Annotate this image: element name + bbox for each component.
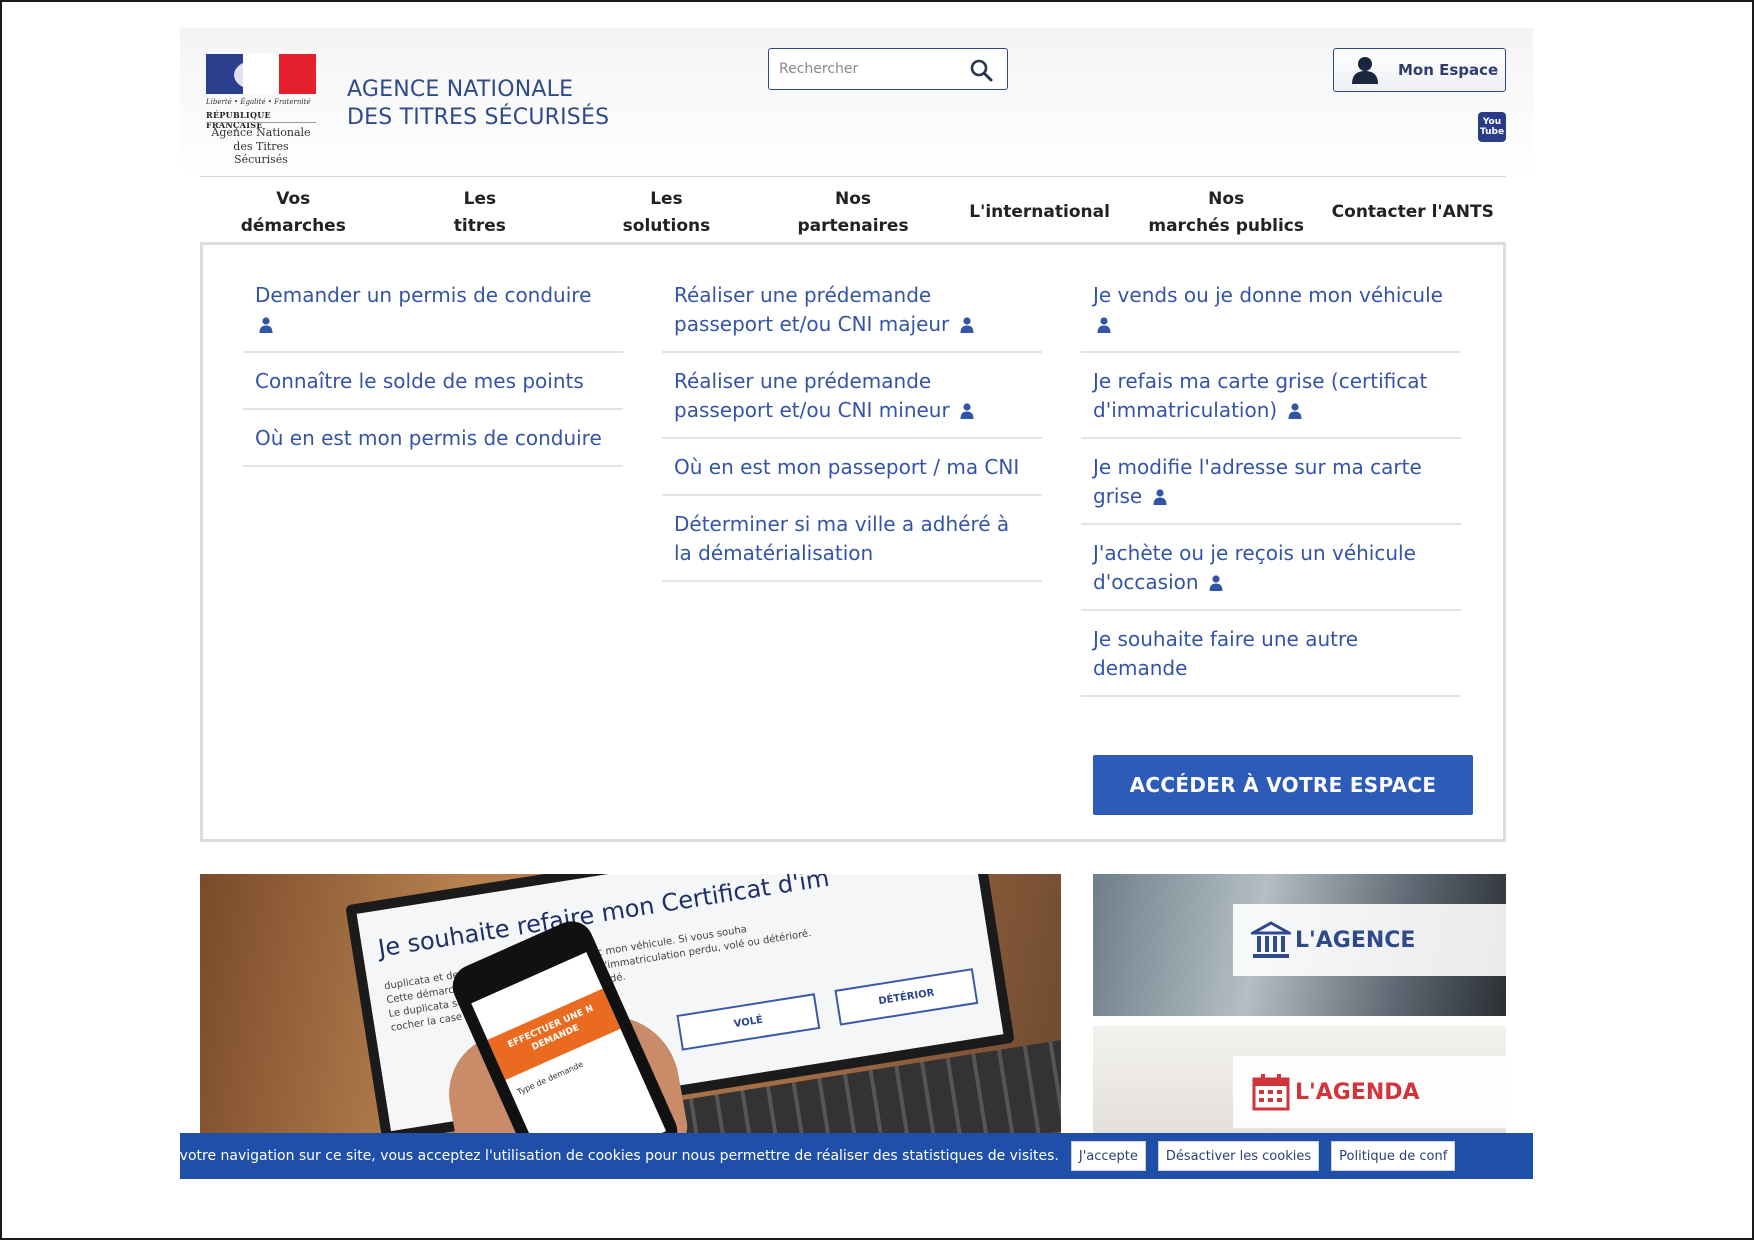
nav-les-solutions[interactable]: Les solutions xyxy=(573,177,760,242)
dropdown-link[interactable]: Connaître le solde de mes points xyxy=(243,367,623,410)
site-title-line1: AGENCE NATIONALE xyxy=(347,77,574,102)
nav-label: titres xyxy=(453,215,506,236)
search-box xyxy=(768,48,1008,90)
tile-agence-text: L'AGENCE xyxy=(1295,927,1416,953)
phone-banner: EFFECTUER UNE N DEMANDE xyxy=(487,988,621,1081)
dropdown-link[interactable]: Où en est mon permis de conduire xyxy=(243,424,623,467)
carousel-banner[interactable]: Je souhaite refaire mon Certificat d'im … xyxy=(200,874,1061,1134)
page: Liberté • Égalité • Fraternité RÉPUBLIQU… xyxy=(180,28,1533,1182)
nav-label: Les xyxy=(463,188,497,209)
dropdown-link[interactable]: Déterminer si ma ville a adhéré à la dém… xyxy=(662,510,1042,582)
dropdown-link-label: Où en est mon passeport / ma CNI xyxy=(674,455,1020,479)
tile-agenda[interactable]: L'AGENDA xyxy=(1093,1026,1506,1134)
marianne-icon xyxy=(234,60,278,90)
dropdown-column-vehicule: Je vends ou je donne mon véhicule Je ref… xyxy=(1081,281,1461,711)
dropdown-link[interactable]: Je modifie l'adresse sur ma carte grise xyxy=(1081,453,1461,525)
dropdown-link-label: Où en est mon permis de conduire xyxy=(255,426,602,450)
mon-espace-button[interactable]: Mon Espace xyxy=(1333,48,1506,92)
dropdown-link-label: Je modifie l'adresse sur ma carte grise xyxy=(1093,455,1422,508)
youtube-icon[interactable]: You Tube xyxy=(1478,112,1506,142)
person-icon xyxy=(1288,403,1302,419)
youtube-label-2: Tube xyxy=(1479,127,1505,137)
dropdown-link-label: Réaliser une prédemande passeport et/ou … xyxy=(674,283,950,336)
search-icon[interactable] xyxy=(969,58,993,82)
nav-international[interactable]: L'international xyxy=(946,177,1133,242)
dropdown-link-label: Demander un permis de conduire xyxy=(255,283,592,307)
nav-label: Vos xyxy=(276,188,311,209)
nav-vos-demarches[interactable]: Vos démarches xyxy=(200,177,387,242)
dropdown-link[interactable]: Réaliser une prédemande passeport et/ou … xyxy=(662,281,1042,353)
logo-motto: Liberté • Égalité • Fraternité xyxy=(206,98,311,106)
dropdown-column-permis: Demander un permis de conduire Connaître… xyxy=(243,281,623,481)
nav-label: partenaires xyxy=(797,215,909,236)
dropdown-link-label: Je vends ou je donne mon véhicule xyxy=(1093,283,1443,307)
mon-espace-label: Mon Espace xyxy=(1398,61,1499,79)
tile-agence-label: L'AGENCE xyxy=(1233,904,1506,976)
dropdown-link[interactable]: Réaliser une prédemande passeport et/ou … xyxy=(662,367,1042,439)
logo-name-line2: des Titres Sécurisés xyxy=(233,140,289,166)
dropdown-link-label: Je refais ma carte grise (certificat d'i… xyxy=(1093,369,1428,422)
institution-icon xyxy=(1251,921,1291,958)
nav-nos-partenaires[interactable]: Nos partenaires xyxy=(760,177,947,242)
republique-francaise-logo[interactable]: Liberté • Égalité • Fraternité RÉPUBLIQU… xyxy=(206,54,317,166)
nav-label: solutions xyxy=(622,215,711,236)
cookie-decline-button[interactable]: Désactiver les cookies xyxy=(1157,1141,1320,1171)
cookie-text: vant votre navigation sur ce site, vous … xyxy=(180,1148,1059,1164)
calendar-icon xyxy=(1252,1074,1290,1111)
dropdown-link[interactable]: Demander un permis de conduire xyxy=(243,281,623,353)
dropdown-link-label: Réaliser une prédemande passeport et/ou … xyxy=(674,369,950,422)
dropdown-link[interactable]: Je refais ma carte grise (certificat d'i… xyxy=(1081,367,1461,439)
cookie-accept-button[interactable]: J'accepte xyxy=(1070,1141,1146,1171)
tile-agenda-label: L'AGENDA xyxy=(1233,1056,1506,1128)
person-icon xyxy=(1153,489,1167,505)
cookie-banner: vant votre navigation sur ce site, vous … xyxy=(180,1133,1533,1179)
dropdown-link[interactable]: Où en est mon passeport / ma CNI xyxy=(662,453,1042,496)
youtube-label-1: You xyxy=(1482,117,1502,127)
nav-marches-publics[interactable]: Nos marchés publics xyxy=(1133,177,1320,242)
person-icon xyxy=(1097,317,1111,333)
dropdown-link[interactable]: J'achète ou je reçois un véhicule d'occa… xyxy=(1081,539,1461,611)
nav-label: Nos xyxy=(835,188,872,209)
dropdown-column-passeport: Réaliser une prédemande passeport et/ou … xyxy=(662,281,1042,596)
person-icon xyxy=(259,317,273,333)
demarches-dropdown: Demander un permis de conduire Connaître… xyxy=(200,242,1506,842)
dropdown-link-label: J'achète ou je reçois un véhicule d'occa… xyxy=(1093,541,1416,594)
nav-label: Contacter l'ANTS xyxy=(1331,202,1494,222)
person-icon xyxy=(1209,575,1223,591)
logo-name-line1: Agence Nationale xyxy=(211,126,311,139)
nav-label: L'international xyxy=(969,202,1110,222)
nav-contacter-ants[interactable]: Contacter l'ANTS xyxy=(1319,177,1506,242)
dropdown-link-label: Je souhaite faire une autre demande xyxy=(1093,627,1359,680)
screenshot-frame: Liberté • Égalité • Fraternité RÉPUBLIQU… xyxy=(0,0,1754,1240)
nav-les-titres[interactable]: Les titres xyxy=(387,177,574,242)
dropdown-link-label: Connaître le solde de mes points xyxy=(255,369,584,393)
cookie-policy-link[interactable]: Politique de conf xyxy=(1331,1141,1456,1171)
site-header: Liberté • Égalité • Fraternité RÉPUBLIQU… xyxy=(180,28,1533,176)
logo-divider xyxy=(206,122,316,123)
tile-agence[interactable]: L'AGENCE xyxy=(1093,874,1506,1016)
main-nav: Vos démarches Les titres Les solutions Nos p… xyxy=(200,176,1506,242)
banner-vole-button: VOLÉ xyxy=(676,993,821,1051)
banner-deterior-button: DÉTÉRIOR xyxy=(834,968,979,1026)
dropdown-link[interactable]: Je vends ou je donne mon véhicule xyxy=(1081,281,1461,353)
user-icon xyxy=(1352,57,1378,84)
dropdown-link[interactable]: Je souhaite faire une autre demande xyxy=(1081,625,1461,697)
person-icon xyxy=(960,403,974,419)
person-icon xyxy=(960,317,974,333)
nav-label: Nos xyxy=(1208,188,1245,209)
search-input[interactable] xyxy=(779,57,959,81)
site-title-line2: DES TITRES SÉCURISÉS xyxy=(347,105,610,130)
site-title[interactable]: AGENCE NATIONALE DES TITRES SÉCURISÉS xyxy=(347,76,609,132)
acceder-espace-button[interactable]: ACCÉDER À VOTRE ESPACE xyxy=(1093,755,1473,815)
nav-label: marchés publics xyxy=(1148,215,1304,236)
nav-label: Les xyxy=(650,188,683,209)
tile-agenda-text: L'AGENDA xyxy=(1295,1079,1420,1105)
dropdown-link-label: Déterminer si ma ville a adhéré à la dém… xyxy=(674,512,1010,565)
nav-label: démarches xyxy=(240,215,346,236)
